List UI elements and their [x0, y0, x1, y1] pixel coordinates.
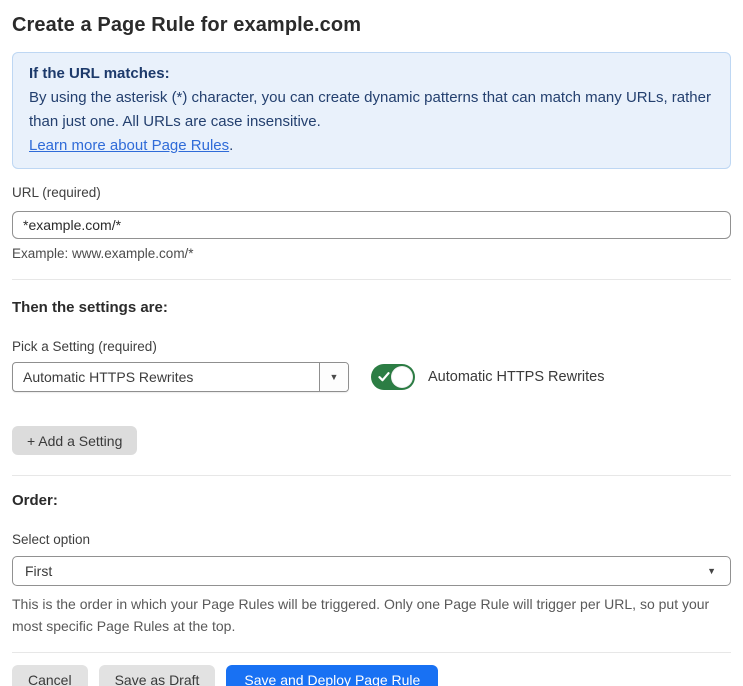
setting-select[interactable]: Automatic HTTPS Rewrites ▼ — [12, 362, 349, 392]
info-box-heading: If the URL matches: — [29, 65, 170, 82]
learn-more-link[interactable]: Learn more about Page Rules — [29, 137, 229, 154]
info-box-link-line: Learn more about Page Rules. — [29, 134, 714, 158]
order-select[interactable]: First ▼ — [12, 556, 731, 586]
page-rule-form: Create a Page Rule for example.com If th… — [0, 14, 743, 686]
order-select-value: First — [25, 563, 53, 579]
order-select-label: Select option — [12, 532, 91, 547]
url-field-label: URL (required) — [12, 185, 101, 200]
order-section-heading: Order: — [12, 492, 58, 509]
info-box-body: By using the asterisk (*) character, you… — [29, 89, 711, 130]
setting-row: Automatic HTTPS Rewrites ▼ Automatic HTT… — [12, 362, 731, 392]
order-helper-text: This is the order in which your Page Rul… — [12, 596, 710, 634]
divider — [12, 279, 731, 280]
chevron-down-icon[interactable]: ▼ — [319, 363, 348, 391]
cancel-button[interactable]: Cancel — [12, 665, 88, 686]
chevron-down-icon: ▼ — [707, 566, 716, 576]
footer-actions: Cancel Save as Draft Save and Deploy Pag… — [12, 665, 731, 686]
link-suffix: . — [229, 137, 234, 154]
setting-toggle[interactable] — [371, 364, 415, 390]
check-icon — [378, 372, 390, 382]
save-and-deploy-button[interactable]: Save and Deploy Page Rule — [226, 665, 439, 686]
url-field-helper: Example: www.example.com/* — [12, 246, 194, 261]
page-title: Create a Page Rule for example.com — [12, 14, 362, 36]
save-as-draft-button[interactable]: Save as Draft — [98, 665, 216, 686]
url-input[interactable] — [12, 211, 731, 239]
setting-select-value: Automatic HTTPS Rewrites — [23, 369, 194, 385]
add-setting-button[interactable]: + Add a Setting — [12, 426, 138, 455]
divider — [12, 652, 731, 653]
divider — [12, 475, 731, 476]
toggle-knob — [391, 366, 413, 388]
toggle-label: Automatic HTTPS Rewrites — [428, 369, 605, 385]
pick-setting-label: Pick a Setting (required) — [12, 339, 157, 354]
url-matches-info-box: If the URL matches: By using the asteris… — [12, 52, 731, 169]
settings-section-heading: Then the settings are: — [12, 299, 168, 316]
